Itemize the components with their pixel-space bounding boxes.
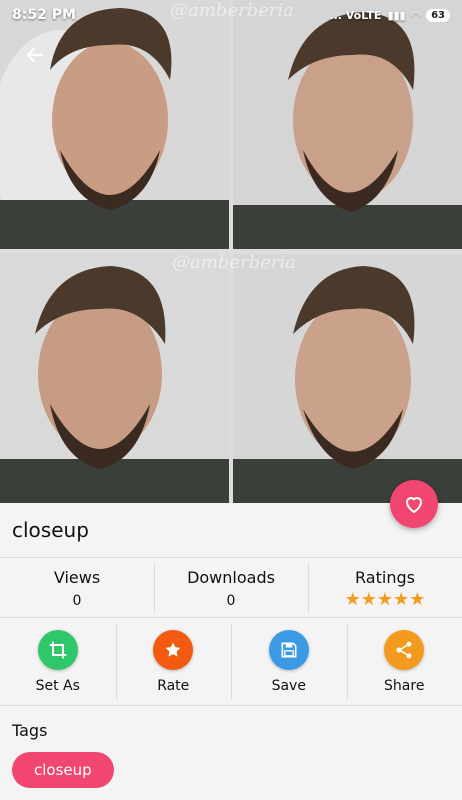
status-bar: 8:52 PM ... VoLTE ▮▮▮ ◠ 63 [0, 0, 462, 30]
rating-stars: ★★★★★ [344, 588, 426, 610]
floppy-icon [268, 630, 309, 670]
divider [0, 557, 462, 558]
crop-icon [37, 630, 78, 670]
stat-label: Downloads [187, 567, 275, 587]
save-button[interactable]: Save [231, 620, 347, 704]
status-time: 8:52 PM [12, 7, 76, 23]
photo-tile [0, 254, 229, 503]
divider [0, 617, 462, 618]
rate-button[interactable]: Rate [115, 620, 232, 704]
watermark-text: @amberberia [172, 252, 296, 273]
wallpaper-title: closeup [12, 518, 89, 542]
action-label: Save [271, 678, 306, 694]
set-as-button[interactable]: Set As [0, 620, 116, 704]
status-indicators: ... VoLTE ▮▮▮ ◠ 63 [329, 8, 450, 22]
tag-chip[interactable]: closeup [12, 752, 114, 788]
action-label: Rate [157, 678, 190, 694]
stats-row: Views 0 Downloads 0 Ratings ★★★★★ [0, 560, 462, 616]
signal-icon: ▮▮▮ [387, 8, 406, 22]
network-indicators: ... VoLTE [329, 8, 382, 22]
action-label: Set As [35, 678, 80, 694]
back-button[interactable] [20, 40, 50, 70]
wifi-icon: ◠ [411, 8, 421, 22]
share-icon [384, 630, 425, 670]
heart-icon [406, 497, 422, 513]
tags-heading: Tags [12, 721, 48, 740]
wallpaper-image[interactable]: @amberberia @amberberia [0, 0, 462, 503]
action-row: Set As Rate Save Share [0, 620, 462, 704]
stat-downloads: Downloads 0 [154, 560, 308, 616]
stat-value: 0 [72, 592, 82, 609]
rating-star-icons: ★★★★★ [344, 588, 426, 610]
photo-tile [233, 254, 462, 503]
action-label: Share [384, 678, 425, 694]
stat-label: Views [53, 567, 101, 587]
star-icon [153, 630, 194, 670]
photo-tile [0, 0, 229, 249]
arrow-left-icon [26, 47, 44, 63]
stat-ratings: Ratings ★★★★★ [308, 560, 462, 616]
stat-label: Ratings [355, 567, 415, 587]
share-button[interactable]: Share [346, 620, 462, 704]
battery-indicator: 63 [426, 8, 450, 22]
photo-tile [233, 0, 462, 249]
favorite-button[interactable] [390, 480, 438, 528]
divider [0, 705, 462, 706]
stat-views: Views 0 [0, 560, 154, 616]
stat-value: 0 [226, 592, 236, 609]
